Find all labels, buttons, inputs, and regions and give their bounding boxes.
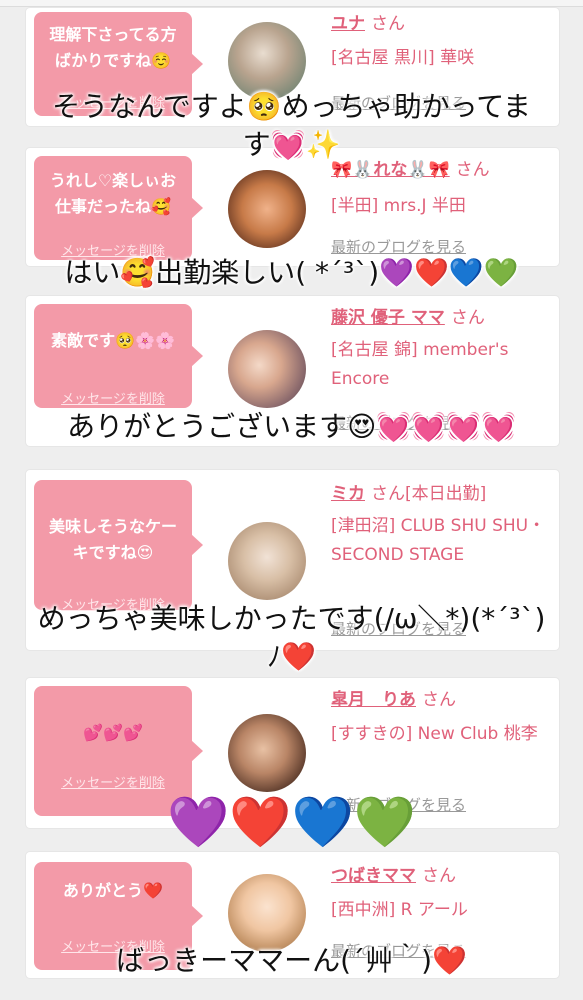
message-text: 💕💕💕 <box>34 720 192 746</box>
shop-name: [名古屋 黒川] 華咲 <box>331 48 475 68</box>
reply-text: す💓✨ <box>242 128 341 161</box>
cast-name-link[interactable]: 藤沢 優子 ママ <box>331 308 445 328</box>
message-line: 美味しそうなケー <box>48 517 177 536</box>
message-text: 素敵です🥺🌸🌸 <box>34 328 192 354</box>
message-line: ありがとう❤️ <box>63 881 163 900</box>
delete-message-link[interactable]: メッセージを削除 <box>34 772 192 791</box>
cast-name-row: 皐月 りあ さん <box>331 688 456 712</box>
message-line: 仕事だったね🥰 <box>55 197 171 216</box>
message-text: うれし♡楽しぃお 仕事だったね🥰 <box>34 168 192 220</box>
honorific: さん <box>371 484 405 504</box>
message-line: キですね😍 <box>72 543 154 562</box>
avatar[interactable] <box>228 714 306 792</box>
honorific: さん <box>422 866 456 886</box>
reply-text: ありがとうございます😍💓💓💓💓 <box>67 410 516 443</box>
shop-name: [半田] mrs.J 半田 <box>331 196 466 216</box>
reply-text: そうなんですよ🥺めっちゃ助かってま <box>52 90 531 123</box>
message-line: 💕💕💕 <box>83 723 143 742</box>
message-text: ありがとう❤️ <box>34 878 192 904</box>
message-text: 理解下さってる方 ばかりですね☺️ <box>34 22 192 74</box>
cast-name-link[interactable]: ユナ <box>331 14 365 34</box>
message-bubble: 美味しそうなケー キですね😍 メッセージを削除 <box>34 480 203 613</box>
avatar[interactable] <box>228 874 306 952</box>
honorific: さん <box>422 690 456 710</box>
reply-hearts: 💜❤️💙💚 <box>166 793 417 851</box>
avatar[interactable] <box>228 330 306 408</box>
cast-name-row: つばきママ さん <box>331 864 456 888</box>
shop-name: [西中洲] R アール <box>331 900 468 920</box>
message-card: うれし♡楽しぃお 仕事だったね🥰 メッセージを削除 🎀🐰れな🐰🎀 さん [半田] … <box>26 148 559 266</box>
shop-name: [すすきの] New Club 桃李 <box>331 724 538 744</box>
top-bar <box>0 0 583 7</box>
cast-name-row: ミカ さん[本日出勤] <box>331 482 486 506</box>
avatar[interactable] <box>228 170 306 248</box>
reply-text: はい🥰出勤楽しい( *´³`)💜❤️💙💚 <box>64 256 519 289</box>
cast-name-link[interactable]: つばきママ <box>331 866 416 886</box>
avatar[interactable] <box>228 522 306 600</box>
cast-name-row: 藤沢 優子 ママ さん <box>331 306 485 330</box>
cast-name-row: ユナ さん <box>331 12 405 36</box>
attendance-label: [本日出勤] <box>405 484 487 504</box>
shop-name: [名古屋 錦] member's Encore <box>331 340 509 389</box>
message-text: 美味しそうなケー キですね😍 <box>34 514 192 566</box>
message-bubble: 素敵です🥺🌸🌸 メッセージを削除 <box>34 304 203 408</box>
shop-name: [津田沼] CLUB SHU SHU・SECOND STAGE <box>331 516 546 565</box>
message-bubble: うれし♡楽しぃお 仕事だったね🥰 メッセージを削除 <box>34 156 203 260</box>
delete-message-link[interactable]: メッセージを削除 <box>34 388 192 407</box>
message-line: うれし♡楽しぃお <box>49 171 177 190</box>
reply-text: ばっきーママーん(´艸｀)❤️ <box>116 944 467 977</box>
message-line: 素敵です🥺🌸🌸 <box>51 331 175 350</box>
reply-text: ﾉ❤️ <box>267 640 316 673</box>
cast-name-link[interactable]: 皐月 りあ <box>331 690 416 710</box>
honorific: さん <box>450 308 485 328</box>
honorific: さん <box>371 14 405 34</box>
reply-text: めっちゃ美味しかったです(/ω＼*)(*´³`) <box>37 602 546 635</box>
cast-name-link[interactable]: ミカ <box>331 484 365 504</box>
message-line: ばかりですね☺️ <box>54 51 172 70</box>
message-line: 理解下さってる方 <box>49 25 177 44</box>
